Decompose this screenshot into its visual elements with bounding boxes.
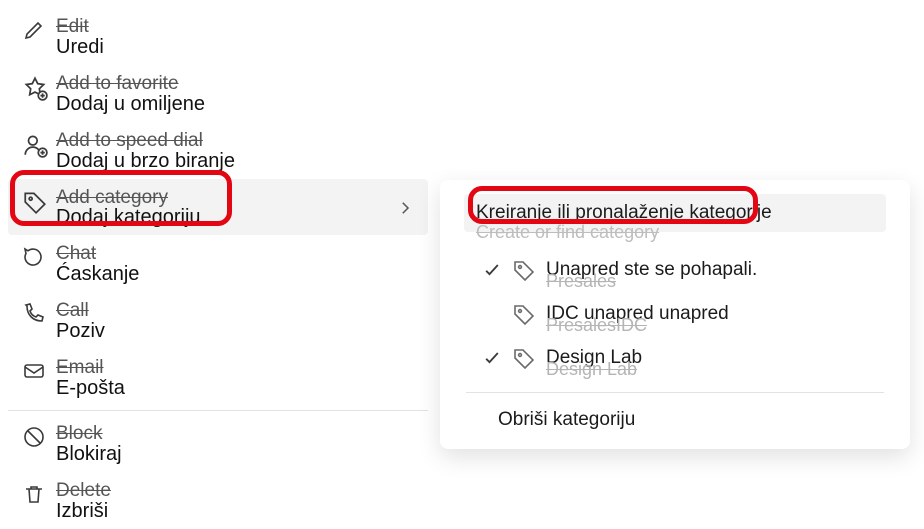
menu-item-label: Add to favorite Dodaj u omiljene [56,73,414,116]
menu-item-label: Add category Dodaj kategoriju [56,187,396,230]
person-add-icon [22,130,56,158]
phone-icon [22,300,56,326]
menu-item-label: Email E-pošta [56,357,414,400]
search-ghost: Create or find category [476,222,659,243]
clear-category-button[interactable]: Obriši kategoriju [450,403,900,435]
category-option[interactable]: Design Lab Design Lab [450,338,900,382]
clear-category-label: Obriši kategoriju [498,409,635,430]
trash-icon [22,480,56,506]
menu-item-label: Delete Izbriši [56,480,414,523]
menu-separator [8,410,428,411]
search-text: Kreiranje ili pronalaženje kategorije [476,202,874,224]
category-label: Unapred ste se pohapali. Presales [546,260,757,281]
tag-icon [512,302,546,326]
panel-separator [466,392,884,393]
menu-item-label: Call Poziv [56,300,414,343]
mail-icon [22,357,56,383]
tag-icon [22,187,56,215]
check-icon [482,348,512,368]
category-label: Design Lab Design Lab [546,348,642,369]
star-add-icon [22,73,56,101]
menu-item-speeddial[interactable]: Add to speed dial Dodaj u brzo biranje [8,122,428,179]
menu-item-add-category[interactable]: Add category Dodaj kategoriju [8,179,428,236]
menu-item-favorite[interactable]: Add to favorite Dodaj u omiljene [8,65,428,122]
block-icon [22,423,56,449]
category-label: IDC unapred unapred PresalesIDC [546,304,729,325]
menu-item-delete[interactable]: Delete Izbriši [8,472,428,529]
category-flyout: Kreiranje ili pronalaženje kategorije Cr… [440,180,910,449]
menu-item-label: Block Blokiraj [56,423,414,466]
menu-item-label: Add to speed dial Dodaj u brzo biranje [56,130,414,173]
edit-icon [22,16,56,42]
tag-icon [512,346,546,370]
category-option[interactable]: IDC unapred unapred PresalesIDC [450,294,900,338]
context-menu: Edit Uredi Add to favorite Dodaj u omilj… [8,8,428,529]
menu-item-block[interactable]: Block Blokiraj [8,415,428,472]
check-icon [482,260,512,280]
tag-icon [512,258,546,282]
menu-item-call[interactable]: Call Poziv [8,292,428,349]
chat-icon [22,243,56,269]
menu-item-label: Edit Uredi [56,16,414,59]
category-option[interactable]: Unapred ste se pohapali. Presales [450,250,900,294]
menu-item-chat[interactable]: Chat Ćaskanje [8,235,428,292]
menu-item-edit[interactable]: Edit Uredi [8,8,428,65]
menu-item-label: Chat Ćaskanje [56,243,414,286]
category-search-input[interactable]: Kreiranje ili pronalaženje kategorije Cr… [464,194,886,232]
chevron-right-icon [396,199,414,217]
menu-item-email[interactable]: Email E-pošta [8,349,428,406]
